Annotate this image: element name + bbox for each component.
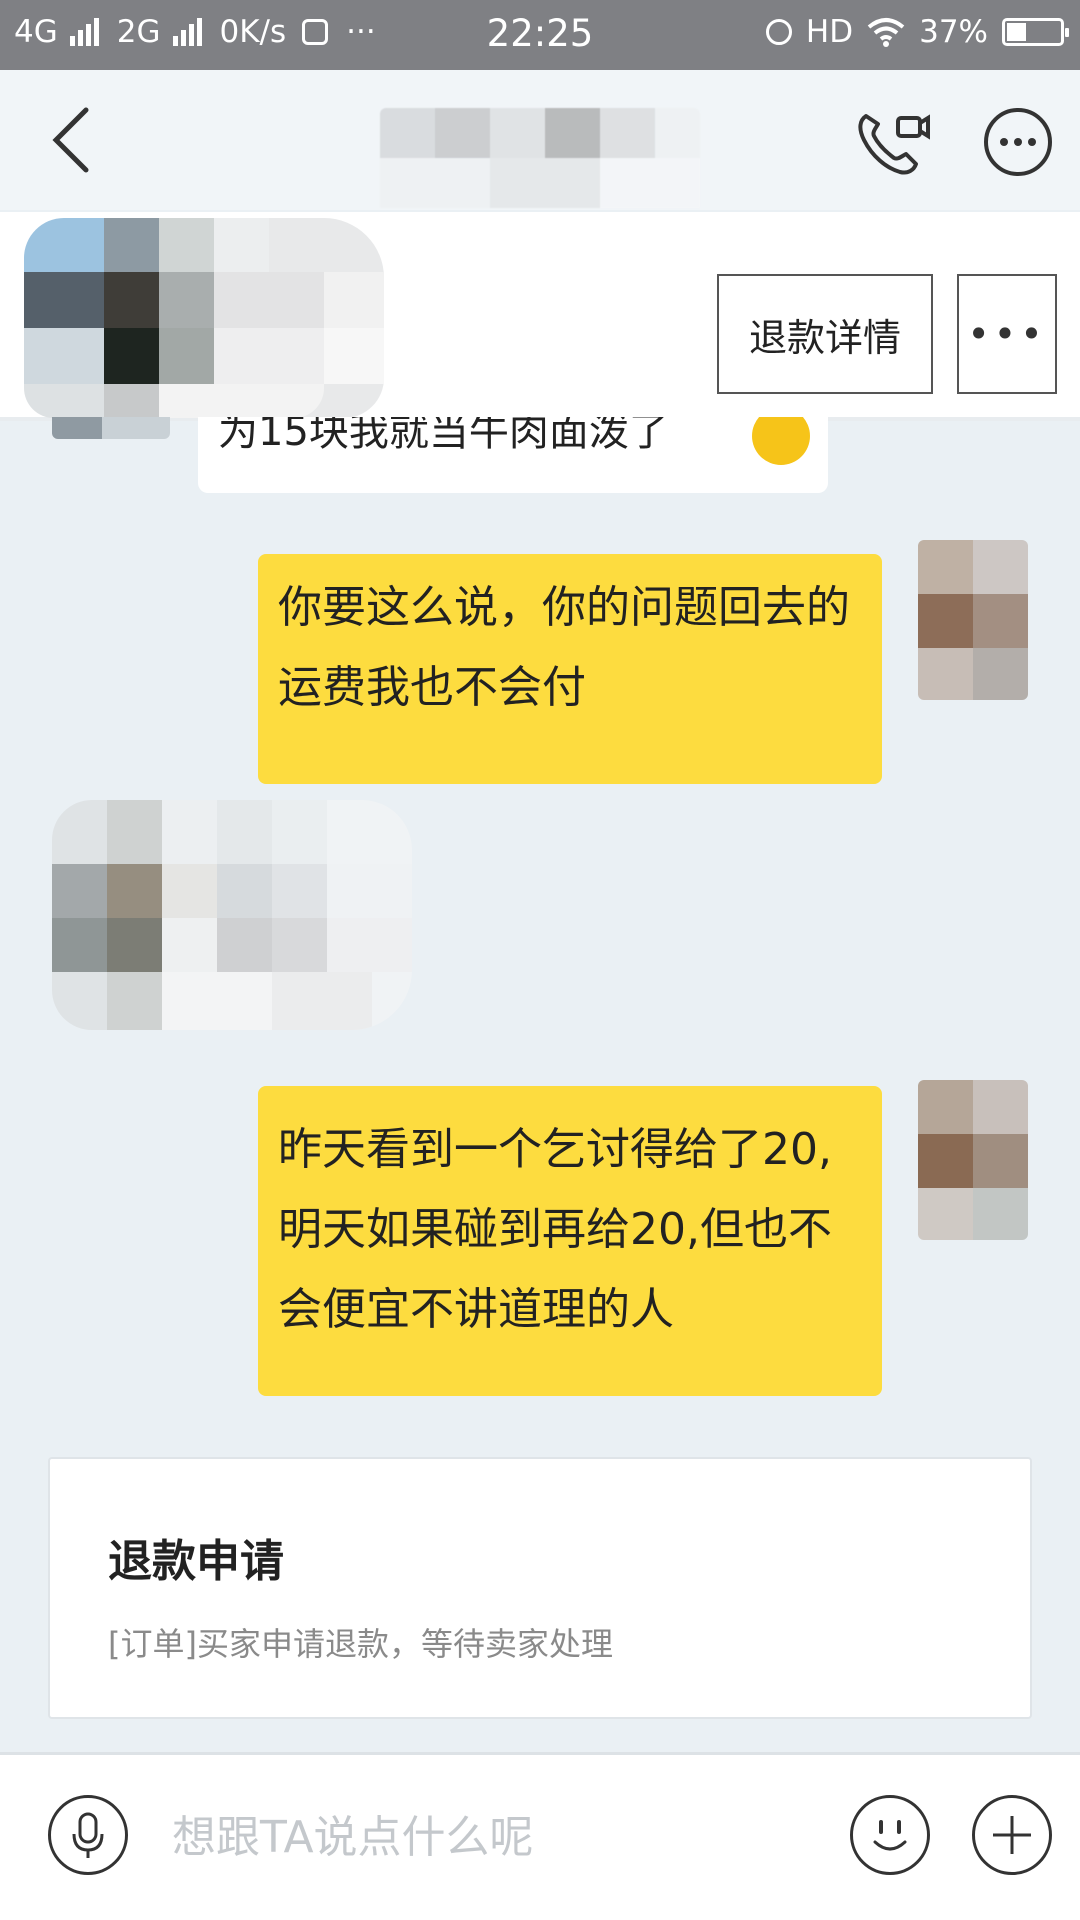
message-bubble-incoming-blurred xyxy=(52,800,412,1030)
refund-card-description: [订单]买家申请退款，等待卖家处理 xyxy=(108,1625,613,1663)
more-circle-icon[interactable] xyxy=(982,106,1054,178)
message-text: 你要这么说，你的问题回去的运费我也不会付 xyxy=(278,582,850,713)
refund-request-card[interactable]: 退款申请 [订单]买家申请退款，等待卖家处理 xyxy=(48,1457,1032,1719)
input-bar xyxy=(0,1752,1080,1920)
chevron-left-icon[interactable] xyxy=(44,104,104,176)
contact-avatar[interactable] xyxy=(52,417,170,439)
order-thumbnail-blurred[interactable] xyxy=(24,218,384,418)
message-text: 昨天看到一个乞讨得给了20,明天如果碰到再给20,但也不会便宜不讲道理的人 xyxy=(278,1124,832,1335)
battery-percent: 37% xyxy=(919,14,988,50)
order-bar: 退款详情 ••• xyxy=(0,212,1080,421)
self-avatar[interactable] xyxy=(918,540,1028,700)
order-more-button[interactable]: ••• xyxy=(957,274,1057,394)
message-bubble-incoming: 为15块我就当牛肉面泼了 xyxy=(198,417,828,493)
chat-header xyxy=(0,70,1080,210)
smiley-icon[interactable] xyxy=(850,1795,930,1875)
alarm-icon xyxy=(765,19,792,45)
self-avatar[interactable] xyxy=(918,1080,1028,1240)
refund-card-title: 退款申请 xyxy=(108,1536,284,1587)
hd-label: HD xyxy=(805,14,854,50)
emoji-icon xyxy=(752,417,810,465)
battery-fill xyxy=(1007,23,1027,41)
message-bubble-outgoing: 你要这么说，你的问题回去的运费我也不会付 xyxy=(258,554,882,784)
phone-video-icon[interactable] xyxy=(852,106,932,176)
status-bar: 4G 2G 0K/s ··· 22:25 HD 37% xyxy=(0,0,1080,70)
battery-icon xyxy=(1002,18,1069,46)
message-bubble-outgoing: 昨天看到一个乞讨得给了20,明天如果碰到再给20,但也不会便宜不讲道理的人 xyxy=(258,1086,882,1396)
wifi-icon xyxy=(867,18,905,47)
status-right: HD 37% xyxy=(765,14,1069,50)
contact-name-blurred xyxy=(380,108,700,208)
refund-detail-button[interactable]: 退款详情 xyxy=(717,274,933,394)
microphone-icon[interactable] xyxy=(48,1795,128,1875)
message-input[interactable] xyxy=(170,1791,814,1883)
message-text: 为15块我就当牛肉面泼了 xyxy=(218,417,669,455)
plus-icon[interactable] xyxy=(972,1795,1052,1875)
